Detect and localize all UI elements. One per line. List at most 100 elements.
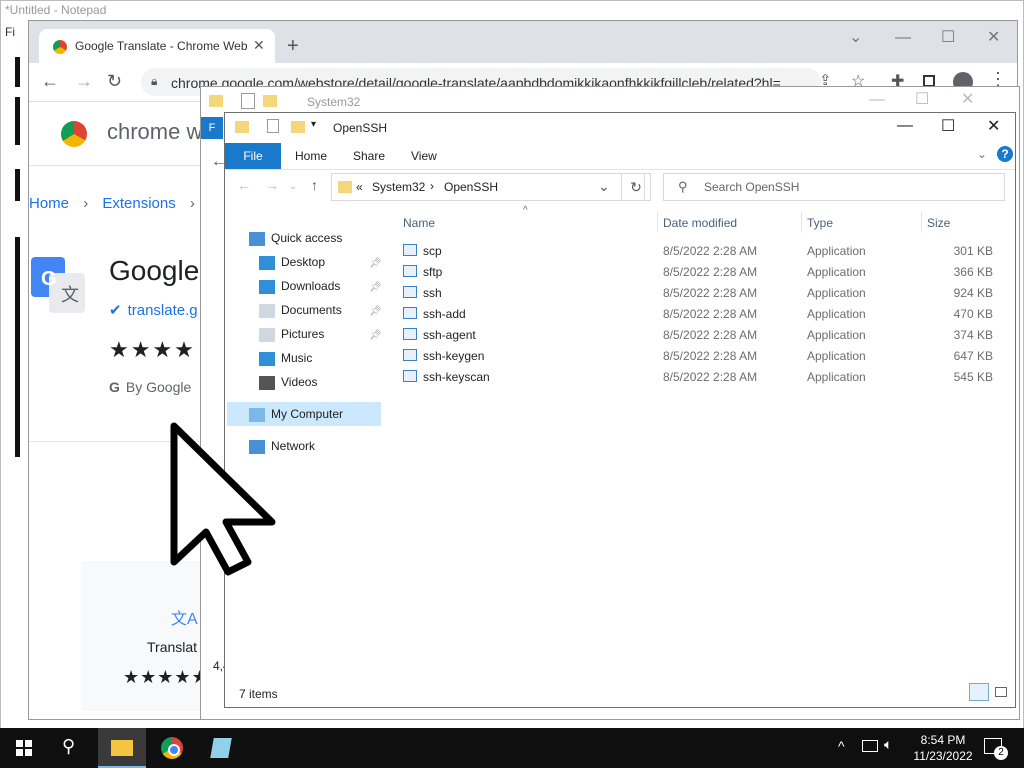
network-icon[interactable] xyxy=(862,740,878,752)
maximize-icon[interactable]: ☐ xyxy=(941,116,955,136)
table-row[interactable]: scp 8/5/2022 2:28 AM Application 301 KB xyxy=(401,241,1001,261)
table-row[interactable]: ssh-add 8/5/2022 2:28 AM Application 470 KB xyxy=(401,304,1001,324)
volume-icon[interactable]: 🔈︎ xyxy=(884,736,892,753)
close-icon[interactable]: ✕ xyxy=(987,116,1000,136)
table-row[interactable]: ssh-keyscan 8/5/2022 2:28 AM Application 54… xyxy=(401,367,1001,387)
chevron-up-icon[interactable]: ^ xyxy=(838,738,845,754)
minimize-icon[interactable]: — xyxy=(895,29,911,47)
column-date[interactable]: Date modified xyxy=(663,216,737,230)
breadcrumb-home[interactable]: Home xyxy=(29,195,69,212)
tab-home[interactable]: Home xyxy=(295,149,327,163)
table-row[interactable]: ssh-keygen 8/5/2022 2:28 AM Application 647… xyxy=(401,346,1001,366)
sidebar-item-desktop[interactable]: Desktop xyxy=(259,255,325,275)
table-row[interactable]: sftp 8/5/2022 2:28 AM Application 366 KB xyxy=(401,262,1001,282)
cell-name: scp xyxy=(423,244,442,258)
google-translate-icon: G 文 xyxy=(31,257,85,313)
chevron-right-icon[interactable]: › xyxy=(430,179,434,193)
column-size[interactable]: Size xyxy=(927,216,950,230)
webstore-title[interactable]: chrome w xyxy=(107,119,202,145)
tab-title: Google Translate - Chrome Web xyxy=(75,39,248,53)
pin-icon[interactable]: 📌︎ xyxy=(369,282,382,293)
chevron-down-icon[interactable]: ⌄ xyxy=(598,178,610,195)
notepad-menu-file[interactable]: Fi xyxy=(5,25,15,39)
back-icon[interactable]: ← xyxy=(237,177,251,193)
table-row[interactable]: ssh-agent 8/5/2022 2:28 AM Application 374 … xyxy=(401,325,1001,345)
chrome-taskbar-button[interactable] xyxy=(148,728,196,768)
minimize-icon[interactable]: — xyxy=(869,91,885,109)
sidebar-item-music[interactable]: Music xyxy=(259,351,312,371)
sidebar-item-videos[interactable]: Videos xyxy=(259,375,317,395)
clock[interactable]: 8:54 PM 11/23/2022 xyxy=(898,732,988,764)
table-row[interactable]: ssh 8/5/2022 2:28 AM Application 924 KB xyxy=(401,283,1001,303)
breadcrumb-extensions[interactable]: Extensions xyxy=(102,195,175,212)
tab-google-translate[interactable]: Google Translate - Chrome Web ✕ xyxy=(39,29,275,63)
tab-file[interactable]: File xyxy=(225,143,281,169)
overflow-chevron[interactable]: « xyxy=(356,180,363,194)
chevron-down-icon[interactable]: ▾ xyxy=(311,119,316,130)
tab-share[interactable]: Share xyxy=(353,149,385,163)
refresh-button[interactable]: ↻ xyxy=(621,173,651,201)
search-icon: ⚲ xyxy=(678,179,688,194)
ghost-file-tab[interactable]: F xyxy=(201,117,223,139)
pin-icon[interactable]: 📌︎ xyxy=(369,306,382,317)
application-icon xyxy=(403,349,417,361)
properties-icon[interactable] xyxy=(241,93,255,109)
chevron-right-icon: › xyxy=(83,195,89,212)
chevron-down-icon[interactable]: ⌄ xyxy=(849,27,862,47)
cell-name: sftp xyxy=(423,265,443,279)
breadcrumb-openssh[interactable]: OpenSSH xyxy=(444,180,498,194)
sidebar-item-quick-access[interactable]: Quick access xyxy=(249,231,342,251)
address-bar[interactable]: « System32 › OpenSSH ⌄ xyxy=(331,173,645,201)
tab-view[interactable]: View xyxy=(411,149,437,163)
close-tab-icon[interactable]: ✕ xyxy=(253,37,265,54)
new-folder-icon[interactable] xyxy=(263,95,277,107)
cell-size: 924 KB xyxy=(953,286,993,300)
expand-ribbon-icon[interactable]: ⌄ xyxy=(977,147,987,161)
sidebar-item-documents[interactable]: Documents xyxy=(259,303,342,323)
new-folder-icon[interactable] xyxy=(291,121,305,133)
cell-date: 8/5/2022 2:28 AM xyxy=(663,286,758,300)
forward-icon[interactable]: → xyxy=(265,177,279,193)
column-type[interactable]: Type xyxy=(807,216,833,230)
maximize-icon[interactable]: ☐ xyxy=(915,89,929,109)
maximize-icon[interactable]: ☐ xyxy=(941,27,955,47)
notepad-edge xyxy=(15,57,20,87)
cell-name: ssh xyxy=(423,286,442,300)
column-divider[interactable] xyxy=(801,211,802,233)
sidebar-item-downloads[interactable]: Downloads xyxy=(259,279,340,299)
pin-icon[interactable]: 📌︎ xyxy=(369,330,382,341)
large-icons-view-icon[interactable] xyxy=(995,687,1007,697)
minimize-icon[interactable]: — xyxy=(897,117,913,135)
column-name[interactable]: Name xyxy=(403,216,435,230)
extension-site-link[interactable]: ✔ translate.g xyxy=(109,301,198,319)
properties-icon[interactable] xyxy=(267,119,279,133)
pin-icon[interactable]: 📌︎ xyxy=(369,258,382,269)
file-explorer-taskbar-button[interactable] xyxy=(98,728,146,768)
column-divider[interactable] xyxy=(921,211,922,233)
notepad-taskbar-button[interactable] xyxy=(198,728,246,768)
reload-icon[interactable]: ↻ xyxy=(107,71,122,92)
close-icon[interactable]: ✕ xyxy=(987,27,1000,47)
cell-type: Application xyxy=(807,349,866,363)
details-view-icon[interactable] xyxy=(969,683,989,701)
webstore-logo-icon[interactable] xyxy=(61,121,87,147)
column-divider[interactable] xyxy=(657,211,658,233)
forward-icon[interactable]: → xyxy=(75,71,93,92)
new-tab-button[interactable]: + xyxy=(287,35,299,58)
svg-text:文: 文 xyxy=(61,285,79,306)
back-icon[interactable]: ← xyxy=(41,71,59,92)
breadcrumb-system32[interactable]: System32 xyxy=(372,180,425,194)
close-icon[interactable]: ✕ xyxy=(961,89,974,109)
folder-icon xyxy=(209,95,223,107)
cell-date: 8/5/2022 2:28 AM xyxy=(663,265,758,279)
sidebar-item-pictures[interactable]: Pictures xyxy=(259,327,324,347)
application-icon xyxy=(403,265,417,277)
help-icon[interactable]: ? xyxy=(997,146,1013,162)
recent-locations-icon[interactable]: ⌄ xyxy=(289,181,297,192)
lock-icon[interactable]: 🔒︎ xyxy=(151,74,157,89)
search-icon[interactable]: ⚲ xyxy=(62,736,75,757)
up-icon[interactable]: ↑ xyxy=(311,177,318,193)
search-input[interactable]: ⚲ Search OpenSSH xyxy=(663,173,1005,201)
cell-type: Application xyxy=(807,328,866,342)
windows-start-icon[interactable] xyxy=(16,740,32,756)
